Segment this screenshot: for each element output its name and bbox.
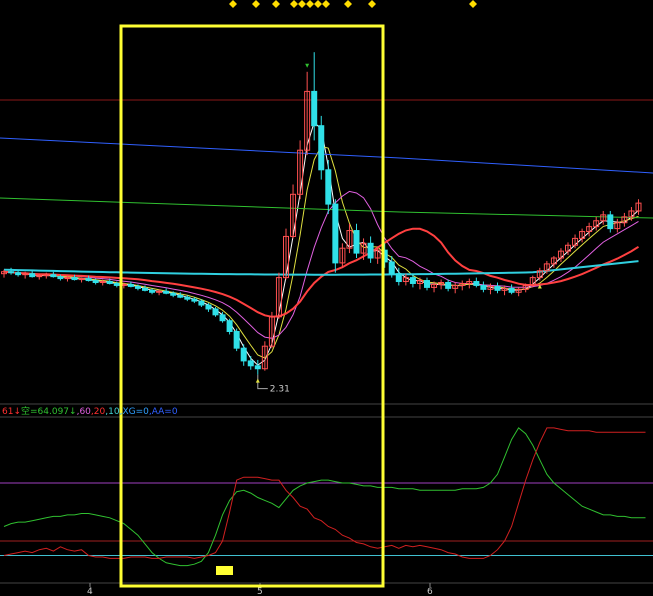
low-price-annotation: 2.31 xyxy=(257,374,290,395)
candle-body xyxy=(15,272,22,276)
candle-body xyxy=(134,285,141,289)
candle-body xyxy=(29,273,36,278)
candle-body xyxy=(142,287,148,291)
x-tick-label: 6 xyxy=(427,587,433,596)
candle-body xyxy=(184,296,191,300)
candle-body xyxy=(254,365,261,370)
diamond-marker xyxy=(368,0,376,8)
indicator-legend-item: ,20 xyxy=(90,407,106,417)
diamond-marker xyxy=(344,0,352,8)
indicator-lines xyxy=(3,427,646,567)
candle-body xyxy=(226,320,233,333)
candle-body xyxy=(607,214,614,230)
signal-diamond-markers xyxy=(229,0,477,8)
candle-body xyxy=(106,281,113,284)
down-arrow-icon xyxy=(305,63,310,68)
candle-body xyxy=(22,273,29,276)
candle-body xyxy=(367,242,374,259)
low-annotation-label: 2.31 xyxy=(270,385,290,395)
candle-body xyxy=(318,125,325,171)
candle-body xyxy=(127,283,134,287)
candle-body xyxy=(233,331,240,349)
candle-body xyxy=(149,289,156,293)
candle-body xyxy=(78,278,85,281)
candle-body xyxy=(50,274,57,278)
candle-body xyxy=(191,298,198,302)
diamond-marker xyxy=(229,0,237,8)
candle-body xyxy=(177,294,184,298)
candle-body xyxy=(508,287,515,293)
diamond-marker xyxy=(322,0,330,8)
candle-body xyxy=(64,277,71,280)
diamond-marker xyxy=(314,0,322,8)
candle-body xyxy=(8,271,15,274)
indicator-red-line xyxy=(3,427,646,559)
candle-body xyxy=(240,347,247,362)
candle-body xyxy=(325,169,332,205)
candle-body xyxy=(409,277,416,284)
candle-body xyxy=(92,280,99,284)
diamond-marker xyxy=(306,0,314,8)
candle-body xyxy=(205,304,212,310)
indicator-legend-item: ,60 xyxy=(76,407,91,417)
signal-arrow-markers xyxy=(255,63,542,383)
candle-body xyxy=(99,281,106,284)
indicator-legend-item: ,10 xyxy=(105,407,120,417)
indicator-legend-item: ↓ xyxy=(69,407,77,417)
candle-body xyxy=(57,276,64,280)
signal-bar-marker xyxy=(216,566,233,575)
highlight-box xyxy=(119,24,385,588)
ma-slow-line xyxy=(3,190,639,339)
candle-body xyxy=(388,261,395,275)
x-tick-label: 5 xyxy=(257,587,263,596)
candle-body xyxy=(219,314,226,322)
candle-body xyxy=(163,290,170,294)
indicator-panel-gridlines xyxy=(0,482,653,556)
candle-body xyxy=(424,280,430,288)
candle-body xyxy=(43,274,50,277)
candle-body xyxy=(353,230,360,254)
candle-body xyxy=(85,278,92,282)
indicator-legend: 61↓空=64.097↓,60,20,10,XG=0,AA=0 xyxy=(2,404,178,417)
diamond-marker xyxy=(252,0,260,8)
candle-body xyxy=(71,277,78,281)
candle-body xyxy=(36,275,43,278)
indicator-legend-item: ,XG=0 xyxy=(119,407,149,417)
candle-body xyxy=(247,360,254,367)
moving-average-lines xyxy=(0,121,653,366)
candle-body xyxy=(170,292,177,296)
diamond-marker xyxy=(469,0,477,8)
candle-body xyxy=(311,90,318,127)
up-arrow-icon xyxy=(255,378,260,383)
candle-body xyxy=(494,285,501,291)
diamond-marker xyxy=(272,0,280,8)
indicator-legend-item: 空=64.097 xyxy=(21,407,70,417)
candle-body xyxy=(473,281,480,286)
candle-body xyxy=(445,282,452,289)
indicator-legend-item: ,AA=0 xyxy=(148,407,178,417)
candle-body xyxy=(480,284,487,290)
indicator-green-line xyxy=(3,427,646,567)
indicator-legend-item: ↓ xyxy=(13,407,21,417)
indicator-legend-item: 61 xyxy=(2,407,14,417)
candle-body xyxy=(198,300,205,306)
candle-body xyxy=(113,282,120,286)
candle-body xyxy=(332,203,339,264)
candlestick-series xyxy=(1,52,642,375)
x-tick-label: 4 xyxy=(87,587,93,596)
candle-body xyxy=(212,308,219,316)
candle-body xyxy=(156,290,163,293)
diamond-marker xyxy=(290,0,298,8)
stock-chart: 2.31 4 5 6 xyxy=(0,0,653,596)
ma-long-cyan-line xyxy=(3,260,639,276)
diamond-marker xyxy=(298,0,306,8)
candle-body xyxy=(395,273,402,283)
